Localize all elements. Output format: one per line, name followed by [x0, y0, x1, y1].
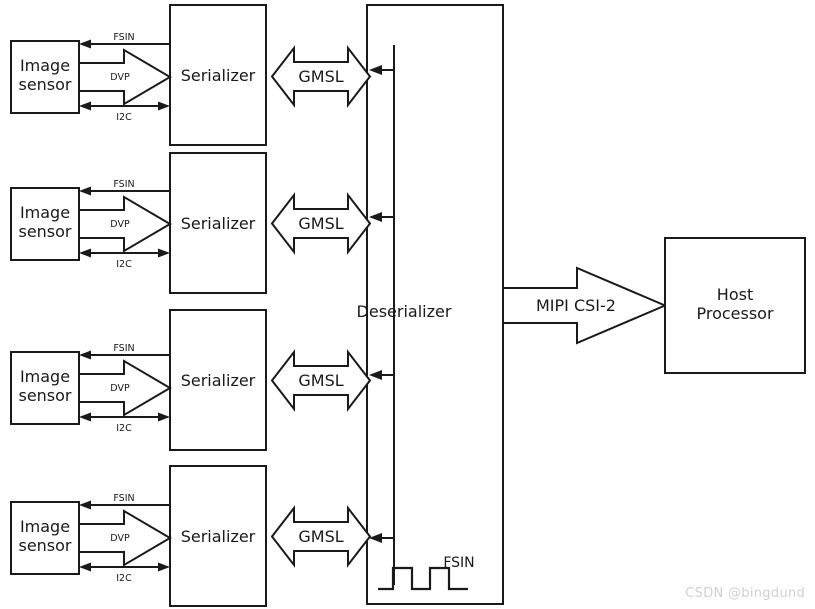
channel-3: Image sensor Serializer FSIN DVP I2C GMS… [10, 309, 394, 451]
gmsl-label-3: GMSL [298, 371, 343, 390]
dvp-label-4: DVP [110, 533, 130, 544]
channel-4: Image sensor Serializer FSIN DVP I2C GMS… [10, 465, 394, 607]
csdn-watermark: CSDN @bingdund [685, 586, 805, 601]
mipi-csi2-label: MIPI CSI-2 [536, 296, 616, 315]
diagram-root: Deserializer Image sensor Serializer FSI… [0, 0, 815, 609]
gmsl-label-1: GMSL [298, 67, 343, 86]
dvp-label-1: DVP [110, 72, 130, 83]
fsin-label-3: FSIN [113, 343, 134, 354]
image-sensor-label-line2-4: sensor [18, 536, 71, 555]
serializer-label-1: Serializer [181, 66, 256, 85]
fsin-arrowhead-4 [79, 500, 91, 510]
host-processor-block[interactable]: Host Processor [664, 237, 806, 374]
image-sensor-label-line2-2: sensor [18, 222, 71, 241]
fsin-waveform-label: FSIN [443, 555, 474, 571]
deserializer-block[interactable]: Deserializer [357, 4, 504, 605]
fsin-arrowhead-1 [79, 39, 91, 49]
deserializer-label: Deserializer [357, 302, 452, 321]
fsin-label-1: FSIN [113, 32, 134, 43]
i2c-arrowhead-left-1 [79, 101, 91, 111]
gmsl-label-4: GMSL [298, 527, 343, 546]
i2c-arrowhead-right-4 [158, 562, 170, 572]
i2c-arrowhead-left-2 [79, 248, 91, 258]
diagram-canvas: Deserializer Image sensor Serializer FSI… [10, 4, 806, 607]
i2c-arrowhead-left-4 [79, 562, 91, 572]
image-sensor-label-line1-1: Image [20, 56, 70, 75]
dvp-label-3: DVP [110, 383, 130, 394]
image-sensor-label-line2-3: sensor [18, 386, 71, 405]
i2c-arrowhead-right-2 [158, 248, 170, 258]
i2c-arrowhead-right-3 [158, 412, 170, 422]
i2c-arrowhead-left-3 [79, 412, 91, 422]
serializer-label-2: Serializer [181, 214, 256, 233]
i2c-arrowhead-right-1 [158, 101, 170, 111]
fsin-label-4: FSIN [113, 493, 134, 504]
i2c-label-1: I2C [116, 112, 132, 123]
fsin-arrowhead-2 [79, 186, 91, 196]
mipi-csi2-link: MIPI CSI-2 [502, 266, 668, 345]
channel-2: Image sensor Serializer FSIN DVP I2C GMS… [10, 152, 394, 294]
channel-1: Image sensor Serializer FSIN DVP I2C GMS… [10, 4, 394, 146]
image-sensor-label-line1-3: Image [20, 367, 70, 386]
host-processor-label-line2: Processor [696, 304, 773, 323]
image-sensor-label-line2-1: sensor [18, 75, 71, 94]
i2c-label-3: I2C [116, 423, 132, 434]
i2c-label-4: I2C [116, 573, 132, 584]
i2c-label-2: I2C [116, 259, 132, 270]
image-sensor-label-line1-4: Image [20, 517, 70, 536]
fsin-label-2: FSIN [113, 179, 134, 190]
image-sensor-label-line1-2: Image [20, 203, 70, 222]
dvp-label-2: DVP [110, 219, 130, 230]
fsin-arrowhead-3 [79, 350, 91, 360]
serializer-label-3: Serializer [181, 371, 256, 390]
host-processor-label-line1: Host [717, 285, 753, 304]
gmsl-label-2: GMSL [298, 214, 343, 233]
serializer-label-4: Serializer [181, 527, 256, 546]
